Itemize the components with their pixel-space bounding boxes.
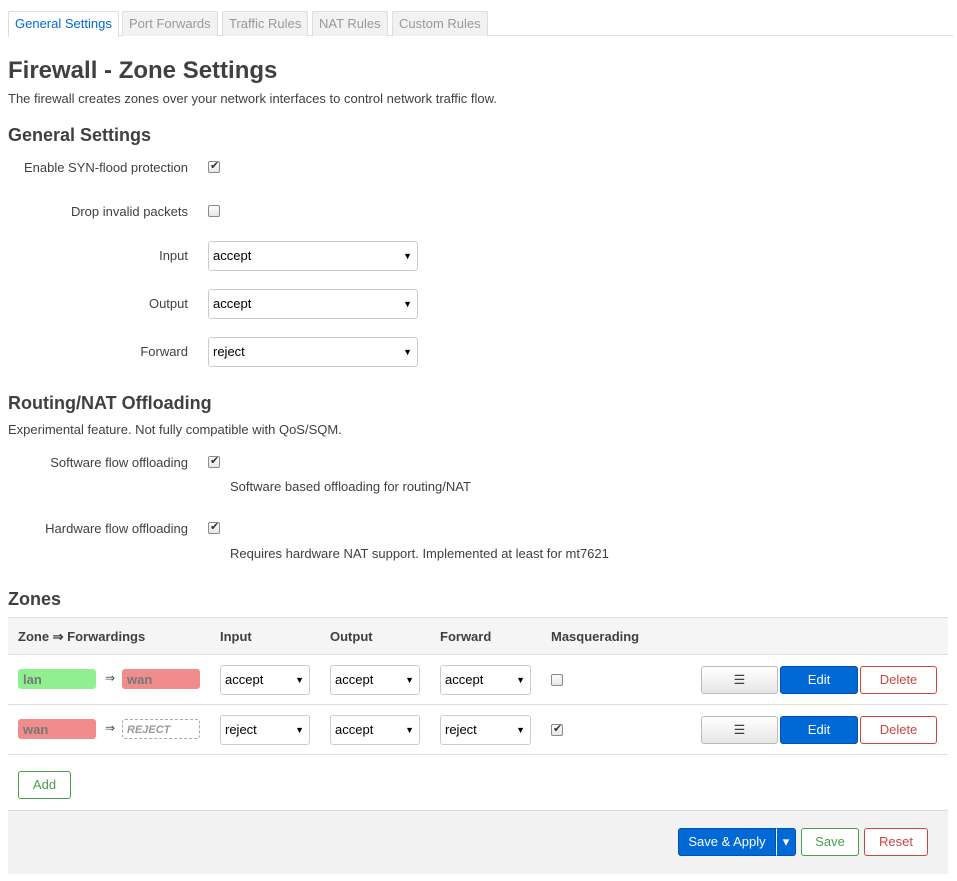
zone-output-select[interactable]: accept ▼ xyxy=(330,715,420,745)
zone-output-value: accept xyxy=(335,722,374,737)
tab-traffic-rules[interactable]: Traffic Rules xyxy=(222,11,309,36)
chevron-down-icon: ▼ xyxy=(516,725,525,735)
forward-policy-label: Forward xyxy=(140,344,188,359)
chevron-down-icon: ▼ xyxy=(516,675,525,685)
offloading-description: Experimental feature. Not fully compatib… xyxy=(8,422,342,437)
hardware-offload-hint: Requires hardware NAT support. Implement… xyxy=(230,546,609,561)
output-policy-label: Output xyxy=(148,296,188,311)
input-policy-select[interactable]: accept ▼ xyxy=(208,241,418,271)
delete-button[interactable]: Delete xyxy=(860,666,937,694)
input-policy-label: Input xyxy=(159,248,188,263)
menu-icon: ☰ xyxy=(733,722,746,737)
zone-forward-value: reject xyxy=(445,722,477,737)
software-offload-hint: Software based offloading for routing/NA… xyxy=(230,479,471,494)
tab-nat-rules[interactable]: NAT Rules xyxy=(312,11,388,36)
save-apply-button[interactable]: Save & Apply xyxy=(678,828,776,856)
zone-forward-value: accept xyxy=(445,672,484,687)
forward-arrow-icon: ⇒ xyxy=(105,671,116,685)
zone-output-select[interactable]: accept ▼ xyxy=(330,665,420,695)
software-offload-checkbox[interactable] xyxy=(208,454,220,468)
chevron-down-icon: ▼ xyxy=(403,251,412,261)
menu-icon: ☰ xyxy=(733,672,746,687)
tab-general-settings[interactable]: General Settings xyxy=(8,11,119,37)
syn-flood-checkbox[interactable] xyxy=(208,159,220,173)
syn-flood-label: Enable SYN-flood protection xyxy=(23,160,188,175)
masquerading-checkbox[interactable] xyxy=(551,722,563,736)
offloading-heading: Routing/NAT Offloading xyxy=(8,393,212,413)
zone-forward-select[interactable]: reject ▼ xyxy=(440,715,531,745)
software-offload-label: Software flow offloading xyxy=(50,455,188,470)
forward-arrow-icon: ⇒ xyxy=(105,721,116,735)
tab-port-forwards[interactable]: Port Forwards xyxy=(122,11,218,36)
add-zone-button[interactable]: Add xyxy=(18,771,71,799)
chevron-down-icon: ▼ xyxy=(405,675,414,685)
column-header-forward: Forward xyxy=(440,629,492,644)
chevron-down-icon: ▾ xyxy=(782,834,790,849)
zone-menu-button[interactable]: ☰ xyxy=(701,666,778,694)
delete-button[interactable]: Delete xyxy=(860,716,937,744)
edit-button[interactable]: Edit xyxy=(780,666,858,694)
column-header-output: Output xyxy=(330,629,373,644)
zone-badge-wan: wan xyxy=(122,669,200,689)
output-policy-value: accept xyxy=(213,296,252,311)
chevron-down-icon: ▼ xyxy=(295,725,304,735)
general-settings-heading: General Settings xyxy=(8,125,152,145)
zone-menu-button[interactable]: ☰ xyxy=(701,716,778,744)
tab-custom-rules[interactable]: Custom Rules xyxy=(392,11,488,36)
chevron-down-icon: ▼ xyxy=(403,299,412,309)
zone-output-value: accept xyxy=(335,672,374,687)
hardware-offload-checkbox[interactable] xyxy=(208,520,220,534)
zone-badge-wan: wan xyxy=(18,719,96,739)
chevron-down-icon: ▼ xyxy=(295,675,304,685)
zone-input-select[interactable]: accept ▼ xyxy=(220,665,310,695)
output-policy-select[interactable]: accept ▼ xyxy=(208,289,418,319)
chevron-down-icon: ▼ xyxy=(405,725,414,735)
page-description: The firewall creates zones over your net… xyxy=(8,91,497,106)
chevron-down-icon: ▼ xyxy=(403,347,412,357)
zones-table-header: Zone ⇒ Forwardings Input Output Forward … xyxy=(8,617,948,655)
zone-badge-lan: lan xyxy=(18,669,96,689)
save-apply-dropdown-button[interactable]: ▾ xyxy=(776,828,796,856)
zone-badge-reject: REJECT xyxy=(122,719,200,739)
drop-invalid-label: Drop invalid packets xyxy=(70,204,188,219)
edit-button[interactable]: Edit xyxy=(780,716,858,744)
page-actions: Save & Apply ▾ Save Reset xyxy=(8,810,948,874)
column-header-masquerading: Masquerading xyxy=(551,629,640,644)
column-header-zone: Zone ⇒ Forwardings xyxy=(18,629,146,644)
column-header-input: Input xyxy=(220,629,252,644)
forward-policy-value: reject xyxy=(213,344,245,359)
zone-input-value: accept xyxy=(225,672,264,687)
page-title: Firewall - Zone Settings xyxy=(8,57,278,84)
zone-forward-select[interactable]: accept ▼ xyxy=(440,665,531,695)
table-row: wan ⇒ REJECT reject ▼ accept ▼ reject ▼ … xyxy=(8,705,948,755)
hardware-offload-label: Hardware flow offloading xyxy=(45,521,188,536)
zone-input-value: reject xyxy=(225,722,257,737)
save-button[interactable]: Save xyxy=(801,828,859,856)
zones-heading: Zones xyxy=(8,589,62,609)
forward-policy-select[interactable]: reject ▼ xyxy=(208,337,418,367)
masquerading-checkbox[interactable] xyxy=(551,674,563,686)
drop-invalid-checkbox[interactable] xyxy=(208,205,220,217)
tab-bar: General Settings Port Forwards Traffic R… xyxy=(8,11,953,37)
table-row: lan ⇒ wan accept ▼ accept ▼ accept ▼ ☰ E… xyxy=(8,655,948,705)
input-policy-value: accept xyxy=(213,248,252,263)
zone-input-select[interactable]: reject ▼ xyxy=(220,715,310,745)
reset-button[interactable]: Reset xyxy=(864,828,928,856)
